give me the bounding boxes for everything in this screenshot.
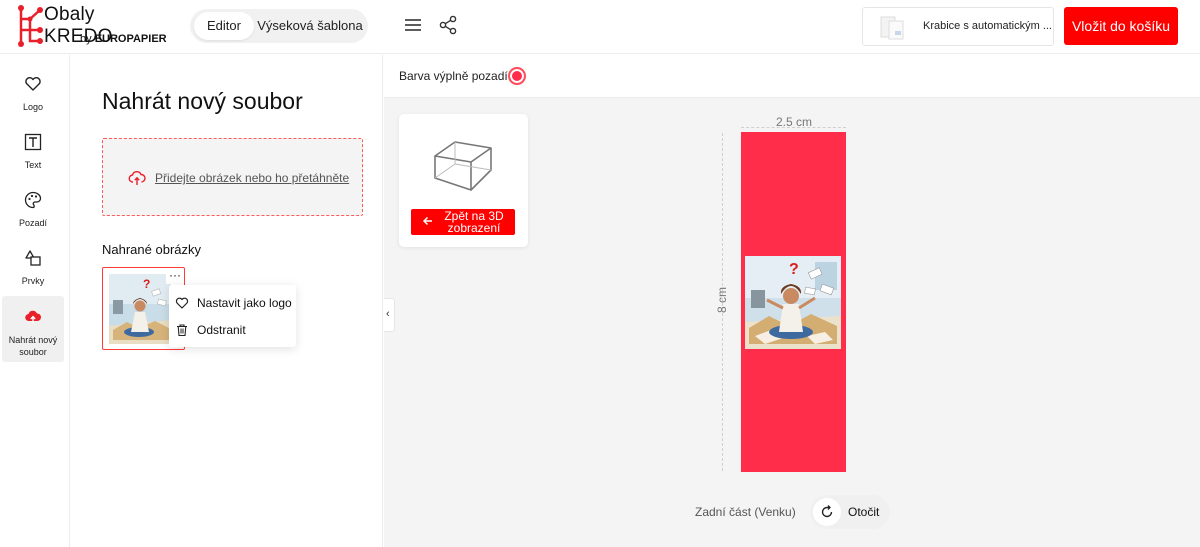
product-selector[interactable]: Krabice s automatickým ...: [862, 7, 1054, 46]
tool-rail: Logo Text Pozadí Prvky Nahrát nový soubo…: [0, 55, 70, 547]
tab-editor[interactable]: Editor: [194, 12, 254, 40]
editor-canvas: Barva výplně pozadí Zpět na 3D zobrazení…: [384, 55, 1200, 547]
rail-label: Logo: [22, 102, 44, 112]
panel-title: Nahrát nový soubor: [102, 88, 303, 114]
logo-company: EUROPAPIER: [94, 33, 167, 45]
menu-item-delete[interactable]: Odstranit: [169, 317, 296, 343]
dropzone-link[interactable]: Přidejte obrázek nebo ho přetáhněte: [155, 171, 349, 185]
svg-text:?: ?: [789, 261, 799, 278]
rail-item-logo[interactable]: Logo: [2, 63, 64, 129]
svg-text:?: ?: [143, 277, 150, 291]
rail-item-text[interactable]: Text: [2, 121, 64, 187]
upload-cloud-icon: [25, 310, 42, 324]
kredo-logo[interactable]: Obaly KREDO by EUROPAPIER: [18, 4, 168, 48]
top-bar: Obaly KREDO by EUROPAPIER Editor Výsekov…: [0, 0, 1200, 54]
logo-mark-icon: [18, 5, 43, 47]
back-to-3d-button[interactable]: Zpět na 3D zobrazení: [411, 209, 515, 235]
rotate-icon: [821, 505, 833, 518]
cube-icon: [434, 141, 492, 191]
image-context-menu: Nastavit jako logo Odstranit: [169, 285, 296, 347]
rail-label: Nahrát nový soubor: [8, 335, 58, 357]
arrow-left-icon: [422, 216, 432, 226]
mode-switch: Editor Výseková šablona: [190, 9, 368, 43]
fill-color-label: Barva výplně pozadí: [399, 69, 508, 83]
add-to-cart-button[interactable]: Vložit do košíku: [1064, 7, 1178, 45]
upload-cloud-icon: [128, 171, 146, 185]
rail-item-background[interactable]: Pozadí: [2, 179, 64, 245]
rail-item-upload[interactable]: Nahrát nový soubor: [2, 296, 64, 362]
trash-icon: [177, 324, 187, 337]
rotate-label: Otočit: [848, 505, 880, 519]
product-thumbnail: [880, 16, 904, 40]
shapes-icon: [25, 250, 41, 266]
width-dimension-line: [741, 127, 846, 128]
menu-icon[interactable]: [404, 16, 422, 34]
uploaded-images-heading: Nahrané obrázky: [102, 242, 201, 257]
rotate-button[interactable]: Otočit: [810, 495, 890, 529]
tab-die-cut-template[interactable]: Výseková šablona: [256, 12, 364, 40]
rail-item-elements[interactable]: Prvky: [2, 237, 64, 303]
rail-label: Prvky: [21, 276, 45, 286]
logo-subtitle: by EUROPAPIER: [80, 33, 167, 45]
canvas-toolbar: Barva výplně pozadí: [384, 55, 1200, 98]
text-icon: [24, 133, 42, 151]
menu-item-label: Nastavit jako logo: [197, 296, 292, 310]
share-icon[interactable]: [438, 15, 458, 35]
rotate-icon-circle: [813, 498, 841, 526]
logo-by: by: [80, 33, 92, 45]
placed-image[interactable]: ?: [745, 256, 841, 349]
height-dimension-label: 8 cm: [715, 287, 729, 314]
rail-label: Pozadí: [18, 218, 48, 228]
thumbnail-more-menu[interactable]: ···: [166, 269, 184, 284]
uploaded-image: ?: [109, 274, 171, 344]
back-to-3d-label: Zpět na 3D zobrazení: [444, 209, 504, 235]
heart-icon: [175, 297, 189, 309]
chevron-left-icon: ‹: [386, 308, 390, 320]
menu-item-set-as-logo[interactable]: Nastavit jako logo: [169, 290, 296, 316]
heart-icon: [25, 77, 41, 91]
collapse-panel-button[interactable]: ‹: [384, 298, 395, 332]
rail-label: Text: [24, 160, 42, 170]
product-name: Krabice s automatickým ...: [923, 20, 1052, 32]
fill-color-swatch[interactable]: [508, 67, 526, 85]
3d-preview-card: Zpět na 3D zobrazení: [399, 114, 528, 247]
side-label: Zadní část (Venku): [695, 505, 796, 519]
palette-icon: [24, 191, 42, 209]
menu-item-label: Odstranit: [197, 323, 246, 337]
upload-dropzone[interactable]: Přidejte obrázek nebo ho přetáhněte: [102, 138, 363, 216]
